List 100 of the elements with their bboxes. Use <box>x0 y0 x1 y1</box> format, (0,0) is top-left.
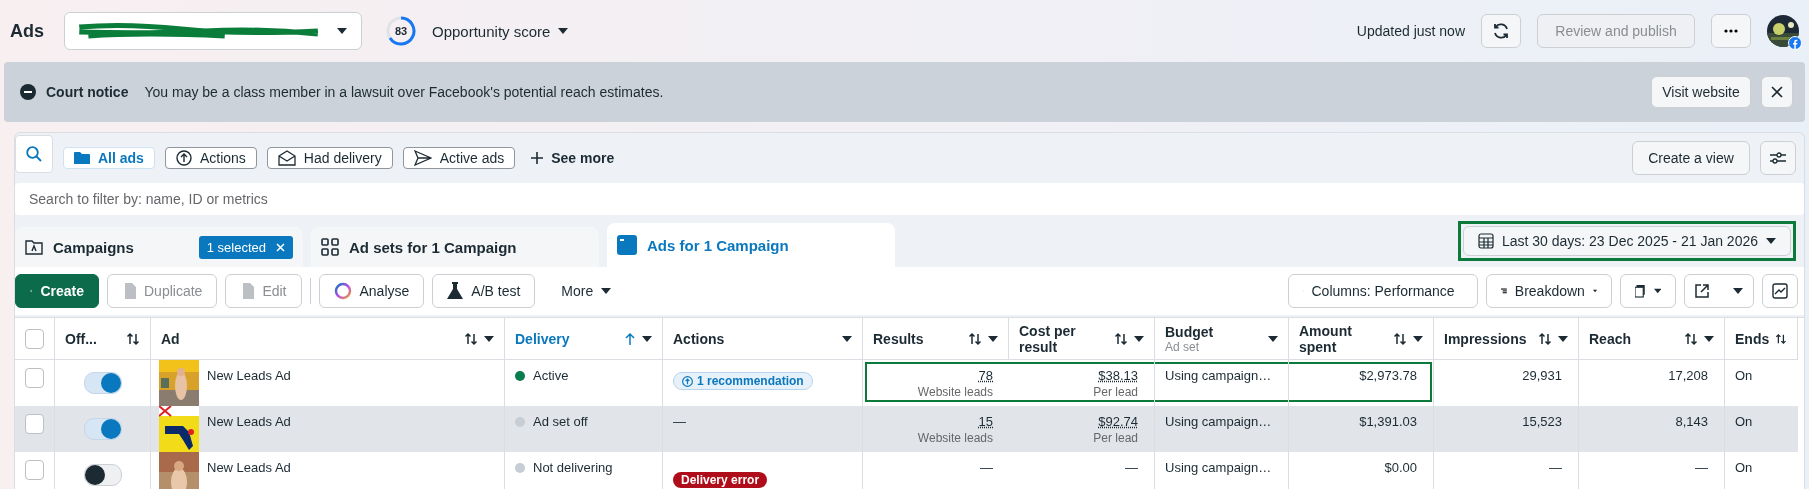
checkbox[interactable] <box>25 414 44 434</box>
caret-icon[interactable] <box>1134 335 1144 342</box>
amount-spent: $0.00 <box>1384 460 1417 475</box>
cost-value[interactable]: $38.13 <box>1098 368 1138 383</box>
level-tab[interactable]: Campaigns 1 selected <box>15 227 303 267</box>
sort-icon[interactable] <box>126 331 140 346</box>
date-range-button[interactable]: Last 30 days: 23 Dec 2025 - 21 Jan 2026 <box>1462 226 1791 256</box>
column-header[interactable]: Actions <box>663 318 863 360</box>
toggle-switch[interactable] <box>83 418 122 440</box>
checkbox[interactable] <box>25 328 44 349</box>
caret-icon[interactable] <box>642 335 652 342</box>
score-value: 83 <box>394 25 408 37</box>
reach-value: 17,208 <box>1668 368 1708 383</box>
column-header[interactable]: Off... <box>55 318 151 360</box>
level-tab[interactable]: Ads for 1 Campaign <box>607 223 895 267</box>
columns-dropdown[interactable]: Columns: Performance <box>1288 274 1478 308</box>
cost-value[interactable]: $92.74 <box>1098 414 1138 429</box>
checkbox[interactable] <box>25 460 44 480</box>
opportunity-score-dropdown[interactable]: Opportunity score <box>426 21 575 41</box>
recommendation-badge[interactable]: 1 recommendation <box>673 372 813 390</box>
export-dropdown[interactable] <box>1684 274 1754 308</box>
visit-website-button[interactable]: Visit website <box>1651 76 1751 108</box>
sort-icon[interactable] <box>1393 331 1407 346</box>
cost-value[interactable]: — <box>1125 460 1138 475</box>
app-title: Ads <box>10 20 44 42</box>
create-view-button[interactable]: Create a view <box>1632 141 1750 175</box>
search-button[interactable] <box>15 135 53 173</box>
amount-spent: $1,391.03 <box>1359 414 1417 429</box>
reports-dropdown[interactable] <box>1620 274 1676 308</box>
chart-button[interactable] <box>1762 274 1798 308</box>
error-badge[interactable]: Delivery error <box>673 472 768 488</box>
ad-name[interactable]: New Leads Ad <box>207 414 291 429</box>
column-header[interactable]: Ad <box>151 318 505 360</box>
reach-value: — <box>1695 460 1708 475</box>
see-more-button[interactable]: See more <box>525 149 621 167</box>
more-button[interactable] <box>1711 14 1751 48</box>
table-cell: — <box>673 414 686 429</box>
column-header[interactable]: Reach <box>1579 318 1725 360</box>
caret-icon[interactable] <box>1704 335 1714 342</box>
filter-chip[interactable]: All ads <box>63 147 155 169</box>
facebook-badge-icon <box>1788 36 1802 50</box>
checkbox[interactable] <box>25 368 44 388</box>
sort-icon[interactable] <box>1114 331 1128 346</box>
search-field[interactable]: Search to filter by: name, ID or metrics <box>15 183 1804 215</box>
toolbar-button[interactable]: A/B test <box>432 274 536 308</box>
send-icon <box>413 150 432 166</box>
flask-icon <box>447 282 464 300</box>
sliders-icon <box>1770 152 1786 164</box>
toolbar-button[interactable]: Analyse <box>318 274 425 308</box>
sort-icon[interactable] <box>1538 331 1552 346</box>
caret-icon[interactable] <box>1268 335 1278 342</box>
result-value[interactable]: 15 <box>978 414 993 429</box>
caret-icon[interactable] <box>1413 335 1423 342</box>
account-selector[interactable] <box>64 12 362 50</box>
filter-chip[interactable]: Active ads <box>402 147 516 169</box>
toggle-switch[interactable] <box>83 372 122 394</box>
ad-name[interactable]: New Leads Ad <box>207 460 291 475</box>
sort-icon[interactable] <box>968 331 982 346</box>
close-icon <box>1771 86 1783 98</box>
caret-icon[interactable] <box>988 335 998 342</box>
delivery-status: Active <box>533 368 569 383</box>
minus-circle-icon <box>20 84 36 100</box>
refresh-button[interactable] <box>1481 14 1521 48</box>
toggle-switch[interactable] <box>83 464 122 486</box>
caret-icon <box>1733 288 1743 294</box>
sort-icon[interactable] <box>1684 331 1698 346</box>
caret-icon <box>1653 288 1661 294</box>
result-value[interactable]: 78 <box>978 368 993 383</box>
delivery-status: Ad set off <box>533 414 588 429</box>
filter-chip[interactable]: Actions <box>164 147 257 169</box>
column-header[interactable]: Cost per result <box>1009 318 1155 360</box>
more-dropdown[interactable]: More <box>555 282 618 300</box>
close-button[interactable] <box>1761 76 1793 108</box>
caret-icon[interactable] <box>1558 335 1568 342</box>
column-header[interactable]: Budget Ad set <box>1155 318 1289 360</box>
create-button[interactable]: Create <box>15 274 99 308</box>
column-header[interactable]: Delivery <box>505 318 663 360</box>
caret-icon <box>337 28 347 34</box>
end-date: On <box>1735 460 1753 475</box>
column-header[interactable]: Ends <box>1725 318 1798 360</box>
result-value[interactable]: — <box>980 460 993 475</box>
level-tab[interactable]: Ad sets for 1 Campaign <box>311 227 599 267</box>
impressions-value: — <box>1549 460 1562 475</box>
caret-icon <box>558 28 569 34</box>
selection-badge[interactable]: 1 selected <box>198 235 293 259</box>
impressions-value: 15,523 <box>1522 414 1562 429</box>
column-header[interactable]: Impressions <box>1434 318 1579 360</box>
sort-icon[interactable] <box>464 331 478 346</box>
caret-icon[interactable] <box>842 335 852 342</box>
filter-chip[interactable]: Had delivery <box>266 147 393 169</box>
ad-name[interactable]: New Leads Ad <box>207 368 291 383</box>
breakdown-dropdown[interactable]: Breakdown <box>1486 274 1612 308</box>
arrow-up-circle-icon <box>682 375 693 387</box>
sort-icon[interactable] <box>1775 331 1787 346</box>
column-header[interactable]: Amount spent <box>1289 318 1434 360</box>
sort-up-icon[interactable] <box>624 331 636 346</box>
settings-button[interactable] <box>1760 141 1796 175</box>
caret-icon[interactable] <box>484 335 494 342</box>
budget-text: Using campaign… <box>1165 368 1272 383</box>
column-header[interactable]: Results <box>863 318 1009 360</box>
